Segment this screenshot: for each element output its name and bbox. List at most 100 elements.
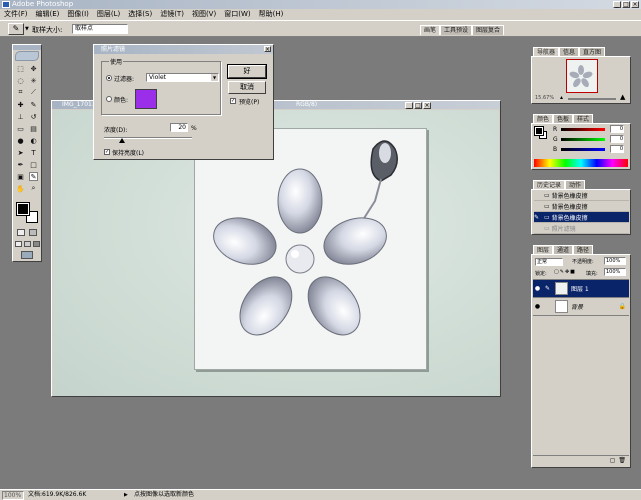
screen-mode-fullmenu-icon[interactable] (24, 241, 31, 247)
photo-canvas[interactable] (194, 128, 427, 370)
menu-window[interactable]: 窗口(W) (224, 9, 250, 20)
menu-help[interactable]: 帮助(H) (259, 9, 284, 20)
zoom-in-icon[interactable]: ▲ (620, 93, 625, 101)
screen-mode-standard-icon[interactable] (15, 241, 22, 247)
adobe-feather-logo-icon[interactable] (15, 51, 39, 61)
screen-mode-full-icon[interactable] (33, 241, 40, 247)
menu-layer[interactable]: 图层(L) (97, 9, 120, 20)
gradient-tool-icon[interactable]: ▤ (29, 124, 38, 133)
shape-tool-icon[interactable]: □ (29, 160, 38, 169)
channel-g-input[interactable]: 0 (610, 135, 624, 143)
lock-position-icon[interactable]: ✥ (565, 269, 569, 275)
preserve-luminosity-checkbox[interactable]: ✓ (104, 149, 110, 155)
magic-wand-tool-icon[interactable]: ✳ (29, 76, 38, 85)
eyedropper-tool-icon[interactable]: ✎ (29, 172, 38, 181)
path-selection-tool-icon[interactable]: ➤ (16, 148, 25, 157)
navigator-zoom-value[interactable]: 15.67% (535, 95, 554, 101)
opacity-input[interactable]: 100% (604, 257, 626, 265)
ok-button-label: 好 (243, 67, 251, 75)
history-item-pending[interactable]: ▭ 照片滤镜 (534, 223, 629, 234)
color-radio[interactable] (106, 96, 112, 102)
menu-filter[interactable]: 滤镜(T) (160, 9, 184, 20)
eraser-tool-icon[interactable]: ▭ (16, 124, 25, 133)
filter-dropdown-icon[interactable]: ▼ (211, 74, 218, 81)
tab-layer-comps[interactable]: 图层复合 (472, 25, 505, 35)
maximize-button[interactable]: □ (622, 1, 630, 8)
clone-stamp-tool-icon[interactable]: ⊥ (16, 112, 25, 121)
menu-select[interactable]: 选择(S) (128, 9, 152, 20)
eyedropper-tool-preset-icon[interactable]: ✎ (8, 23, 24, 35)
lock-image-icon[interactable]: ✎ (560, 269, 564, 275)
new-layer-icon[interactable]: ▢ (610, 457, 616, 465)
preview-checkbox[interactable]: ✓ (230, 98, 236, 104)
filter-color-swatch[interactable] (135, 89, 157, 109)
sample-size-select[interactable]: 取样点 (72, 24, 128, 34)
document-minimize-button[interactable]: _ (405, 102, 413, 109)
menu-image[interactable]: 图像(I) (67, 9, 89, 20)
filter-select[interactable]: Violet ▼ (146, 73, 219, 82)
channel-b-input[interactable]: 0 (610, 145, 624, 153)
blend-mode-select[interactable]: 正常 (535, 258, 563, 266)
layer-row-selected[interactable]: ● ✎ 图层 1 (533, 280, 629, 298)
type-tool-icon[interactable]: T (29, 148, 38, 157)
quick-mask-mode-icon[interactable] (29, 229, 37, 236)
density-slider-thumb[interactable] (118, 138, 125, 143)
menu-bar: 文件(F) 编辑(E) 图像(I) 图层(L) 选择(S) 滤镜(T) 视图(V… (0, 9, 641, 20)
channel-g-slider[interactable] (561, 138, 605, 141)
tab-tool-presets[interactable]: 工具预设 (440, 25, 473, 35)
quick-mask-standard-icon[interactable] (17, 229, 25, 236)
layer-thumbnail (555, 300, 568, 313)
slice-tool-icon[interactable]: ⟋ (29, 88, 38, 97)
fill-input[interactable]: 100% (604, 268, 626, 276)
dodge-tool-icon[interactable]: ◐ (29, 136, 38, 145)
close-button[interactable]: × (631, 1, 639, 8)
lock-all-icon[interactable]: ■ (570, 269, 575, 275)
navigator-zoom-slider[interactable] (568, 98, 616, 100)
imageready-jump-icon[interactable] (21, 251, 33, 259)
eye-icon[interactable]: ● (533, 285, 542, 292)
menu-view[interactable]: 视图(V) (192, 9, 216, 20)
foreground-color-swatch[interactable] (16, 202, 30, 216)
lasso-tool-icon[interactable]: ◌ (16, 76, 25, 85)
preset-dropdown-arrow-icon[interactable]: ▼ (25, 26, 29, 32)
density-slider-track[interactable] (104, 137, 192, 139)
menu-edit[interactable]: 编辑(E) (36, 9, 60, 20)
history-item-selected[interactable]: ✎ ▭ 背景色橡皮擦 (534, 212, 629, 223)
eye-icon[interactable]: ● (533, 303, 542, 310)
move-tool-icon[interactable]: ✥ (29, 64, 38, 73)
status-menu-arrow-icon[interactable]: ▶ (124, 490, 128, 500)
channel-r-slider[interactable] (561, 128, 605, 131)
zoom-out-icon[interactable]: ▴ (560, 94, 563, 101)
document-maximize-button[interactable]: □ (414, 102, 422, 109)
crop-tool-icon[interactable]: ⌗ (16, 88, 25, 97)
channel-b-slider[interactable] (561, 148, 605, 151)
navigator-thumbnail[interactable] (566, 59, 598, 93)
ok-button[interactable]: 好 (227, 64, 267, 79)
minimize-button[interactable]: _ (613, 1, 621, 8)
density-input[interactable]: 20 (170, 123, 188, 132)
channel-r-input[interactable]: 0 (610, 125, 624, 133)
trash-icon[interactable]: 🗑 (618, 457, 626, 465)
filter-radio[interactable] (106, 75, 112, 81)
healing-brush-tool-icon[interactable]: ✚ (16, 100, 25, 109)
color-fg-swatch[interactable] (534, 126, 544, 136)
history-item[interactable]: ▭ 背景色橡皮擦 (534, 201, 629, 212)
lock-transparent-icon[interactable]: ▢ (554, 269, 559, 275)
brush-tool-icon[interactable]: ✎ (29, 100, 38, 109)
menu-file[interactable]: 文件(F) (4, 9, 28, 20)
tab-brushes[interactable]: 画笔 (420, 25, 441, 35)
hand-tool-icon[interactable]: ✋ (16, 184, 25, 193)
dialog-close-button[interactable]: × (264, 46, 271, 53)
color-spectrum-ramp[interactable] (534, 159, 628, 167)
notes-tool-icon[interactable]: ▣ (16, 172, 25, 181)
marquee-tool-icon[interactable]: ⬚ (16, 64, 25, 73)
cancel-button[interactable]: 取消 (228, 81, 266, 94)
history-brush-tool-icon[interactable]: ↺ (29, 112, 38, 121)
layer-row[interactable]: ● 背景 🔒 (533, 298, 629, 316)
history-item[interactable]: ▭ 背景色橡皮擦 (534, 190, 629, 201)
pen-tool-icon[interactable]: ✒ (16, 160, 25, 169)
status-zoom-field[interactable]: 100% (2, 491, 24, 500)
blur-tool-icon[interactable]: ● (16, 136, 25, 145)
document-close-button[interactable]: × (423, 102, 431, 109)
zoom-tool-icon[interactable]: ⌕ (29, 184, 38, 193)
